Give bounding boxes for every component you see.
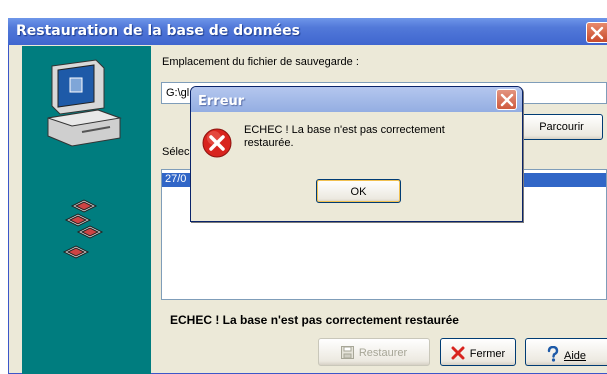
dialog-message-line2: restaurée. <box>244 137 294 149</box>
dialog-close-button[interactable] <box>496 89 517 110</box>
dialog-title: Erreur <box>198 94 245 109</box>
select-backup-label: Sélec <box>162 146 190 158</box>
help-button[interactable]: Aide <box>525 338 607 366</box>
close-button[interactable]: Fermer <box>440 338 516 366</box>
close-icon <box>590 26 604 40</box>
ok-button[interactable]: OK <box>316 179 401 203</box>
browse-button[interactable]: Parcourir <box>520 114 603 140</box>
restore-button[interactable]: Restaurer <box>318 338 430 366</box>
computer-icon <box>47 59 122 147</box>
disks-icon <box>62 199 104 259</box>
help-button-label: Aide <box>563 350 587 362</box>
close-button-label: Fermer <box>469 348 506 360</box>
dialog-message-line1: ECHEC ! La base n'est pas correctement <box>244 124 445 136</box>
save-disk-icon <box>340 346 354 359</box>
red-x-icon <box>451 346 465 360</box>
window-title: Restauration de la base de données <box>16 23 300 39</box>
status-message: ECHEC ! La base n'est pas correctement r… <box>170 313 459 327</box>
restore-button-label: Restaurer <box>358 347 408 359</box>
backup-path-label: Emplacement du fichier de sauvegarde : <box>162 56 359 68</box>
window-close-button[interactable] <box>586 22 607 43</box>
sidebar-panel <box>22 46 151 374</box>
error-icon <box>202 128 232 158</box>
question-mark-icon <box>547 345 559 362</box>
close-icon <box>500 93 514 107</box>
